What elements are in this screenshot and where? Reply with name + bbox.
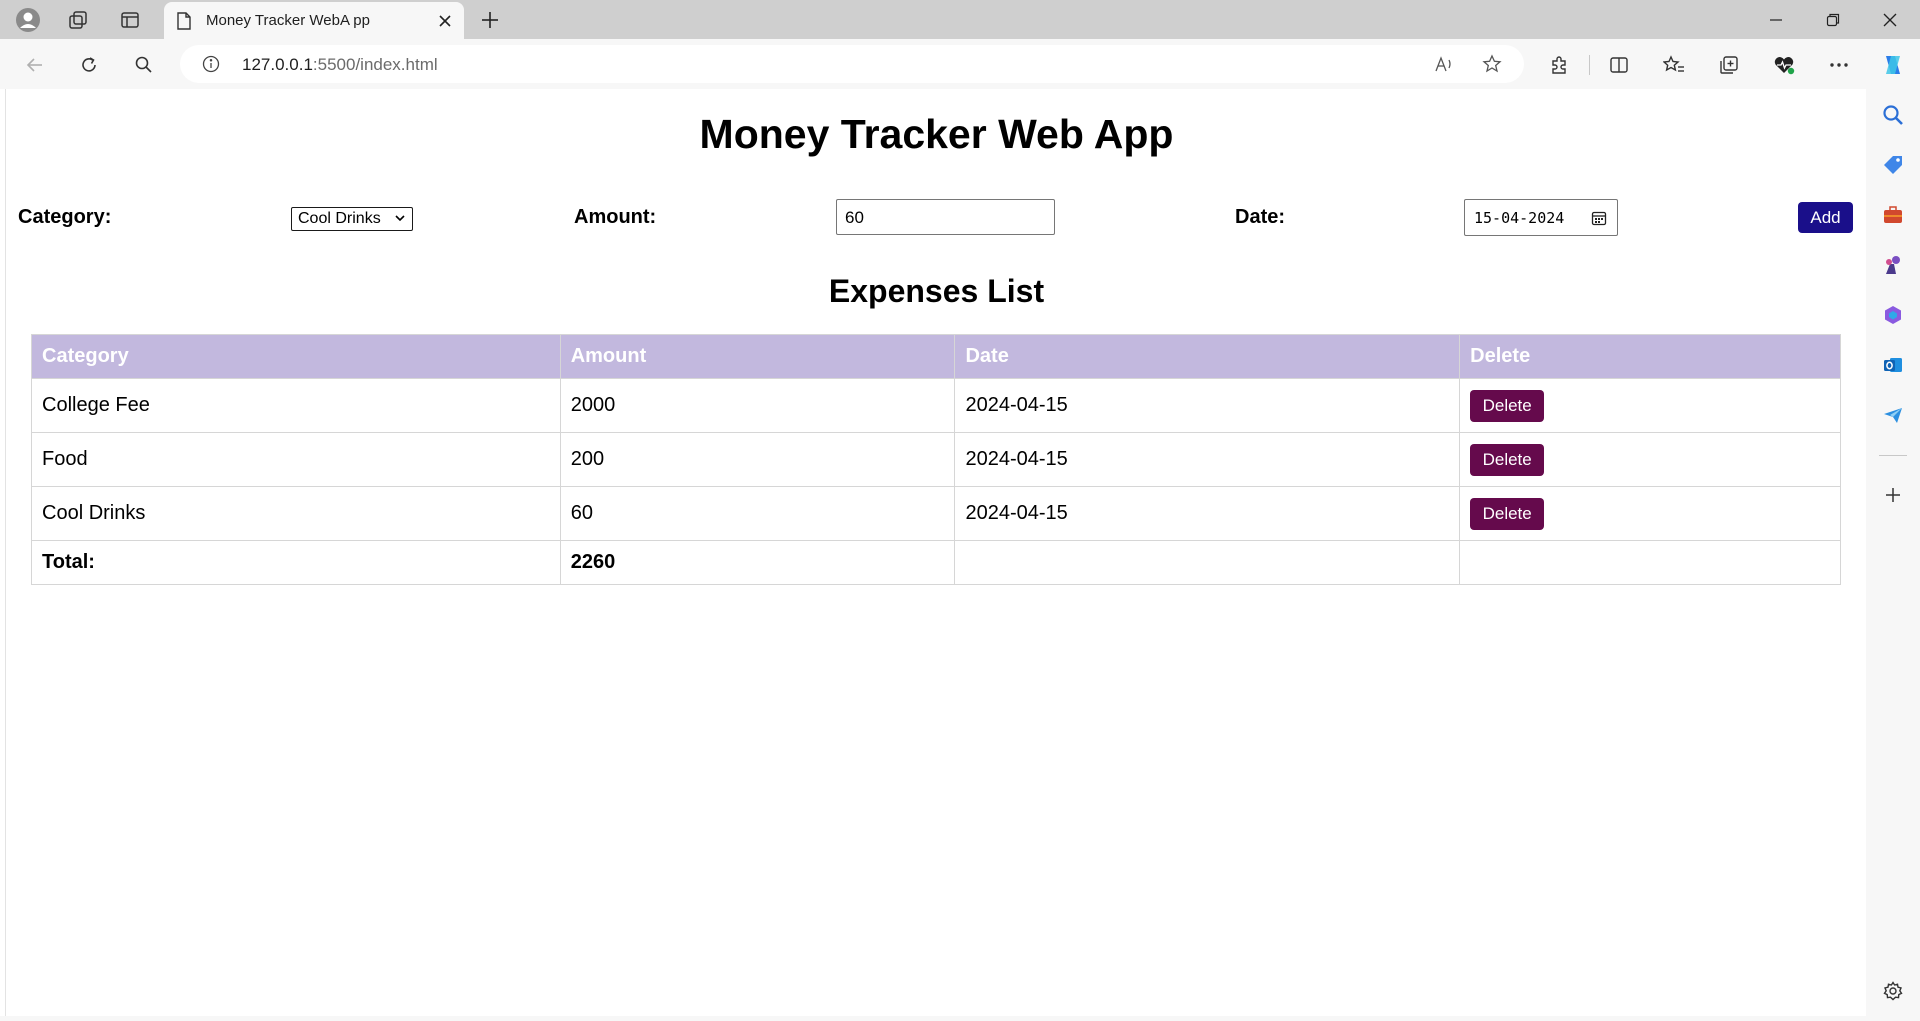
cell-delete: Delete — [1459, 432, 1841, 487]
table-header-row: Category Amount Date Delete — [31, 334, 1841, 379]
tab-actions-icon[interactable] — [114, 4, 146, 36]
send-drop-icon[interactable] — [1877, 399, 1909, 431]
amount-label: Amount: — [574, 206, 657, 228]
cell-category: Cool Drinks — [31, 486, 561, 541]
delete-button[interactable]: Delete — [1470, 389, 1545, 422]
favorites-icon[interactable] — [1657, 48, 1691, 82]
close-window-icon[interactable] — [1862, 0, 1918, 39]
read-aloud-icon[interactable] — [1434, 55, 1454, 73]
microsoft-365-icon[interactable] — [1877, 299, 1909, 331]
cell-date: 2024-04-15 — [954, 486, 1461, 541]
active-tab[interactable]: Money Tracker WebA pp — [164, 2, 464, 39]
tab-title: Money Tracker WebA pp — [206, 12, 370, 29]
address-bar[interactable]: 127.0.0.1:5500/index.html — [180, 45, 1524, 83]
header-category: Category — [31, 334, 561, 379]
calendar-icon[interactable] — [1591, 210, 1607, 226]
app-title: Money Tracker Web App — [699, 111, 1174, 157]
total-empty-cell — [1459, 540, 1841, 585]
refresh-icon[interactable] — [72, 48, 106, 82]
total-row: Total: 2260 — [31, 540, 1841, 585]
total-value: 2260 — [559, 540, 956, 585]
url-text: 127.0.0.1:5500/index.html — [242, 55, 438, 74]
cell-category: College Fee — [31, 378, 561, 433]
browser-tab-strip: Money Tracker WebA pp — [0, 0, 1920, 39]
table-row: Cool Drinks 60 2024-04-15 Delete — [31, 486, 1841, 541]
cell-delete: Delete — [1459, 486, 1841, 541]
page-icon — [177, 11, 191, 30]
cell-date: 2024-04-15 — [954, 432, 1461, 487]
category-select[interactable]: Cool Drinks — [291, 207, 413, 231]
new-tab-icon[interactable] — [474, 4, 506, 36]
split-screen-icon[interactable] — [1602, 48, 1636, 82]
date-input[interactable]: 15-04-2024 — [1464, 199, 1618, 236]
sidebar-settings-icon[interactable] — [1877, 975, 1909, 1007]
category-label: Category: — [18, 206, 112, 228]
cell-amount: 200 — [559, 432, 956, 487]
cell-delete: Delete — [1459, 378, 1841, 433]
browser-toolbar: 127.0.0.1:5500/index.html — [0, 39, 1920, 89]
shopping-tag-icon[interactable] — [1877, 149, 1909, 181]
total-label: Total: — [31, 540, 561, 585]
profile-icon[interactable] — [12, 4, 44, 36]
cell-amount: 2000 — [559, 378, 956, 433]
add-button[interactable]: Add — [1798, 202, 1853, 233]
browser-essentials-icon[interactable] — [1767, 48, 1801, 82]
add-sidebar-app-icon[interactable] — [1877, 479, 1909, 511]
sidebar-search-icon[interactable] — [1877, 99, 1909, 131]
cell-date: 2024-04-15 — [954, 378, 1461, 433]
delete-button[interactable]: Delete — [1470, 497, 1545, 530]
favorite-star-icon[interactable] — [1482, 54, 1502, 74]
total-empty-cell — [954, 540, 1461, 585]
table-row: Food 200 2024-04-15 Delete — [31, 432, 1841, 487]
outlook-icon[interactable] — [1877, 349, 1909, 381]
amount-input[interactable]: 60 — [836, 199, 1055, 235]
category-select-value: Cool Drinks — [298, 210, 381, 227]
header-delete: Delete — [1459, 334, 1841, 379]
browser-sidebar — [1866, 89, 1920, 1021]
expenses-table: Category Amount Date Delete College Fee … — [31, 334, 1841, 585]
date-input-value: 15-04-2024 — [1474, 209, 1565, 227]
back-icon[interactable] — [18, 48, 52, 82]
collections-icon[interactable] — [1712, 48, 1746, 82]
tools-briefcase-icon[interactable] — [1877, 199, 1909, 231]
header-amount: Amount — [559, 334, 956, 379]
header-date: Date — [954, 334, 1461, 379]
table-row: College Fee 2000 2024-04-15 Delete — [31, 378, 1841, 433]
chevron-down-icon — [395, 215, 405, 222]
cell-amount: 60 — [559, 486, 956, 541]
extensions-icon[interactable] — [1542, 48, 1576, 82]
copilot-icon[interactable] — [1876, 48, 1910, 82]
search-icon[interactable] — [127, 48, 161, 82]
close-tab-icon[interactable] — [438, 14, 452, 28]
date-label: Date: — [1235, 206, 1286, 228]
delete-button[interactable]: Delete — [1470, 443, 1545, 476]
cell-category: Food — [31, 432, 561, 487]
more-options-icon[interactable] — [1822, 48, 1856, 82]
games-icon[interactable] — [1877, 249, 1909, 281]
page-viewport: Money Tracker Web App Category: Cool Dri… — [5, 89, 1866, 1016]
workspaces-icon[interactable] — [62, 4, 94, 36]
expenses-list-title: Expenses List — [828, 273, 1045, 309]
site-info-icon[interactable] — [202, 55, 220, 73]
restore-icon[interactable] — [1805, 0, 1861, 39]
minimize-icon[interactable] — [1748, 0, 1804, 39]
